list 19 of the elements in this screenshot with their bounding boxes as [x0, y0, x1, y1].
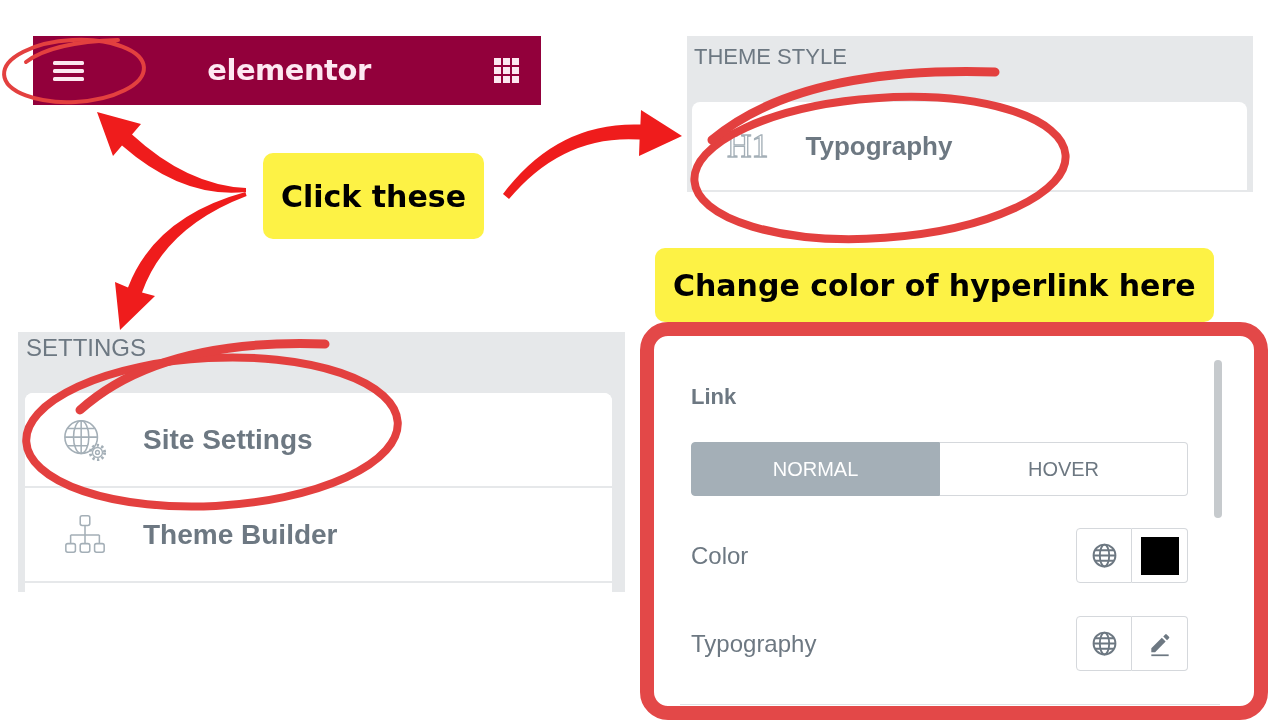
callout-label: Click these — [263, 153, 484, 239]
apps-grid-icon[interactable] — [494, 58, 519, 83]
control-label: Typography — [691, 629, 817, 658]
global-button[interactable] — [1076, 616, 1132, 671]
global-button[interactable] — [1076, 528, 1132, 583]
state-tab[interactable]: HOVER — [940, 442, 1188, 496]
control-label: Color — [691, 541, 749, 570]
callout-label: Change color of hyperlink here — [655, 248, 1214, 322]
section-heading: SETTINGS — [25, 333, 147, 363]
scrollbar[interactable] — [1214, 360, 1222, 518]
globe-icon — [1091, 543, 1117, 568]
menu-icon[interactable] — [53, 60, 84, 81]
globe-icon — [1091, 631, 1117, 656]
section-heading: THEME STYLE — [693, 43, 848, 71]
edit-button[interactable] — [1132, 616, 1188, 671]
color-picker-button[interactable] — [1132, 528, 1188, 583]
section-title: Link — [691, 385, 737, 409]
menu-item[interactable]: Site Settings — [25, 393, 612, 488]
logo: elementor — [207, 56, 371, 85]
